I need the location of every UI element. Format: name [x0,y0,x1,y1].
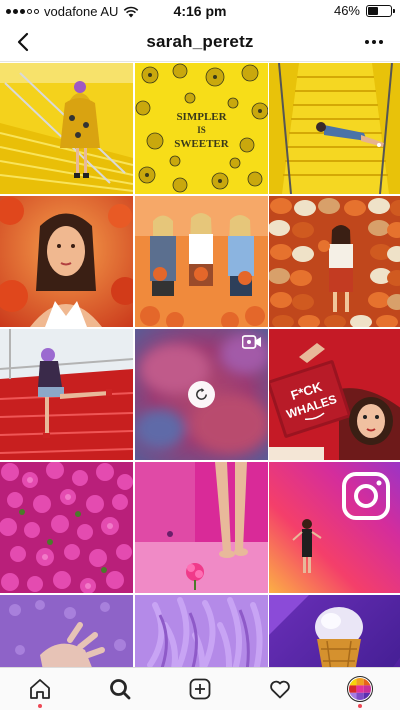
post-caption-line: IS [197,125,206,135]
heart-icon [270,680,290,699]
post-tile[interactable] [0,63,133,194]
tab-activity[interactable] [260,669,300,709]
post-tile[interactable] [0,329,133,460]
post-image [0,63,133,194]
post-image [269,196,400,327]
video-loading-indicator [187,381,215,408]
battery-icon [366,4,395,17]
video-camera-icon [241,335,261,349]
post-image [269,462,400,593]
post-tile-video[interactable] [134,329,268,460]
post-tile[interactable] [269,63,400,194]
post-tile[interactable] [0,196,133,327]
post-image: F*CK WHALES [269,329,400,460]
post-tile[interactable] [269,196,400,327]
post-image [134,462,268,593]
home-icon [30,679,50,699]
post-image [269,63,400,194]
post-image: SIMPLER IS SWEETER [134,63,268,194]
more-icon [365,40,383,44]
notification-dot [38,704,42,708]
post-tile[interactable] [269,462,400,593]
notification-dot [358,704,362,708]
post-image [0,595,133,667]
battery-percent: 46% [333,3,360,18]
post-image [0,462,133,593]
add-post-icon [189,678,211,700]
post-image [0,196,133,327]
posts-grid: SIMPLER IS SWEETER F*CK WHALES [0,63,400,667]
tab-search[interactable] [100,669,140,709]
post-tile[interactable] [0,462,133,593]
refresh-icon [195,387,207,400]
post-tile[interactable]: SIMPLER IS SWEETER [134,63,268,194]
post-tile[interactable] [0,595,133,667]
profile-username: sarah_peretz [146,32,254,51]
search-icon [110,679,131,700]
profile-avatar [347,676,373,702]
post-tile[interactable] [134,462,268,593]
tab-home[interactable] [20,669,60,709]
post-tile[interactable] [269,595,400,667]
bottom-tab-bar [0,667,400,710]
more-options-button[interactable] [362,30,386,54]
profile-header: sarah_peretz [0,22,400,62]
post-image [269,595,400,667]
post-image [134,196,268,327]
status-bar: vodafone AU 4:16 pm 46% [0,0,400,22]
post-tile[interactable]: F*CK WHALES [269,329,400,460]
post-tile[interactable] [134,196,268,327]
post-image [134,595,268,667]
battery-fill [368,6,379,15]
battery-group: 46% [333,3,395,18]
tab-new-post[interactable] [180,669,220,709]
post-caption-line: SIMPLER [176,111,227,123]
post-tile[interactable] [134,595,268,667]
post-caption-line: SWEETER [174,138,229,150]
tab-profile[interactable] [340,669,380,709]
post-image [0,329,133,460]
